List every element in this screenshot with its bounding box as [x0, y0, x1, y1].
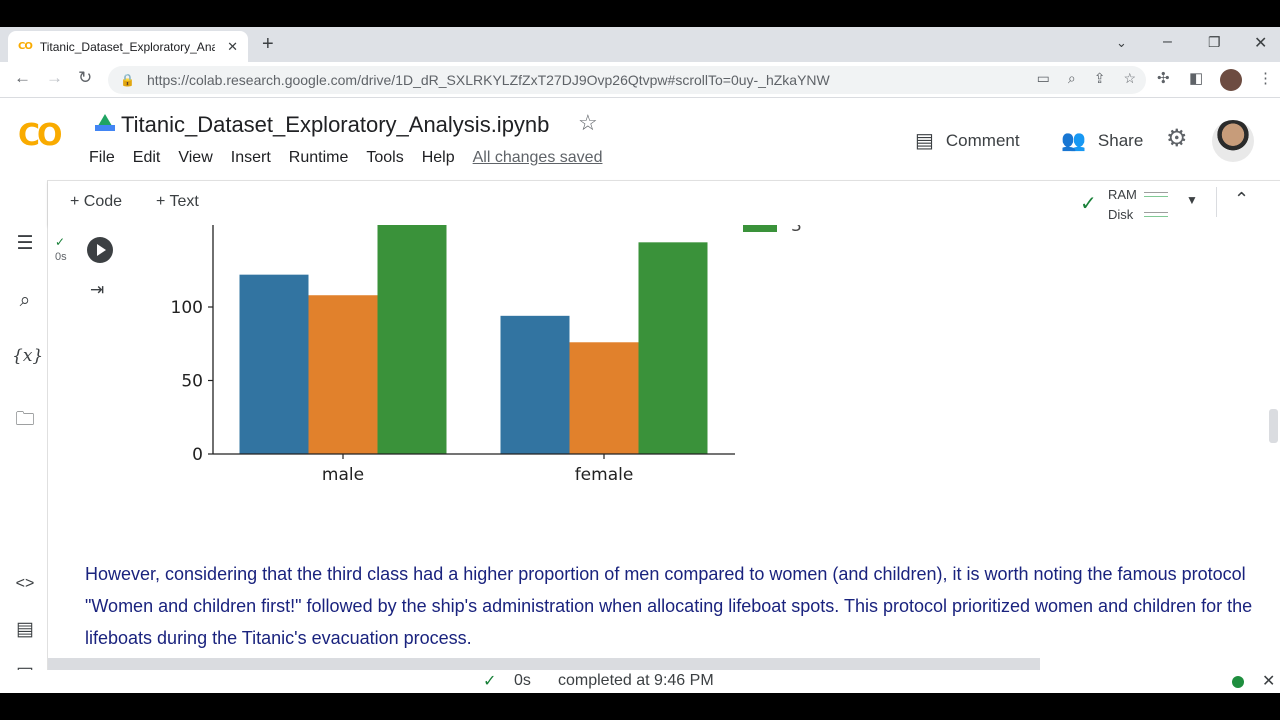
status-bar: ✓ 0s completed at 9:46 PM ✕ — [0, 670, 1280, 693]
bar-female-series-3 — [638, 242, 708, 454]
ram-usage-bar — [1144, 192, 1168, 197]
search-icon[interactable]: ⌕ — [12, 290, 38, 312]
y-tick-label: 50 — [181, 372, 203, 392]
restore-icon[interactable]: ❐ — [1208, 34, 1221, 51]
side-panel-icon[interactable]: ◧ — [1189, 69, 1203, 87]
x-tick-label: male — [322, 465, 364, 485]
cell-success-icon: ✓ — [55, 235, 66, 249]
add-code-button[interactable]: + Code — [70, 193, 122, 211]
comment-label: Comment — [945, 130, 1020, 150]
star-notebook-icon[interactable]: ☆ — [578, 110, 598, 136]
menu-view[interactable]: View — [178, 149, 212, 167]
browser-tab[interactable]: CO Titanic_Dataset_Exploratory_Anal ✕ — [8, 31, 248, 62]
forward-icon[interactable]: → — [46, 68, 63, 88]
browser-window: CO Titanic_Dataset_Exploratory_Anal ✕ + … — [0, 27, 1280, 693]
status-check-icon: ✓ — [483, 673, 497, 690]
horizontal-scrollbar[interactable] — [48, 658, 1040, 670]
minimize-icon[interactable]: – — [1163, 33, 1172, 51]
new-tab-icon[interactable]: + — [262, 33, 274, 56]
bar-female-series-1 — [500, 315, 570, 454]
cell-exec-time: 0s — [55, 251, 67, 263]
menu-tools[interactable]: Tools — [366, 149, 403, 167]
toolbar-divider — [1216, 187, 1217, 217]
output-actions-icon[interactable]: ⇥ — [90, 280, 104, 300]
command-palette-icon[interactable]: ▤ — [12, 618, 38, 641]
save-status-link[interactable]: All changes saved — [473, 149, 603, 167]
browser-menu-icon[interactable]: ⋮ — [1258, 69, 1273, 87]
tab-search-icon[interactable]: ⌄ — [1116, 35, 1127, 51]
menu-insert[interactable]: Insert — [231, 149, 271, 167]
connection-status-dot — [1232, 676, 1244, 688]
collapse-header-icon[interactable]: ⌃ — [1234, 189, 1249, 210]
address-bar[interactable]: 🔒 https://colab.research.google.com/driv… — [108, 66, 1146, 94]
google-drive-icon[interactable] — [95, 114, 115, 131]
menu-edit[interactable]: Edit — [133, 149, 161, 167]
menu-file[interactable]: File — [89, 149, 115, 167]
vertical-scrollbar[interactable] — [1269, 409, 1278, 443]
add-text-button[interactable]: + Text — [156, 193, 199, 211]
resource-monitor[interactable]: RAM Disk — [1108, 185, 1137, 225]
tab-title: Titanic_Dataset_Exploratory_Anal — [39, 39, 215, 54]
colab-favicon-icon: CO — [18, 41, 33, 52]
colab-header: CO Titanic_Dataset_Exploratory_Analysis.… — [0, 98, 1280, 180]
bar-male-series-2 — [308, 295, 378, 454]
reload-icon[interactable]: ↻ — [78, 68, 92, 88]
people-icon: 👥 — [1061, 130, 1086, 152]
runtime-dropdown-icon[interactable]: ▼ — [1186, 193, 1198, 207]
comment-button[interactable]: ▤ Comment — [915, 128, 1020, 153]
markdown-text-cell[interactable]: However, considering that the third clas… — [85, 558, 1265, 654]
navigation-bar: ← → ↻ 🔒 https://colab.research.google.co… — [0, 62, 1280, 98]
ram-label: RAM — [1108, 187, 1137, 202]
tab-strip: CO Titanic_Dataset_Exploratory_Anal ✕ + … — [0, 27, 1280, 62]
cast-icon[interactable]: ▭ — [1037, 70, 1050, 87]
notebook-toolbar: + Code + Text ✓ RAM Disk ▼ ⌃ — [48, 180, 1280, 225]
back-icon[interactable]: ← — [14, 68, 31, 88]
close-window-icon[interactable]: ✕ — [1254, 33, 1267, 53]
table-of-contents-icon[interactable]: ☰ — [12, 232, 38, 255]
settings-gear-icon[interactable]: ⚙ — [1166, 124, 1188, 153]
x-tick-label: female — [575, 465, 634, 485]
code-snippets-icon[interactable]: <> — [12, 575, 38, 593]
menu-bar: File Edit View Insert Runtime Tools Help… — [89, 149, 602, 167]
share-page-icon[interactable]: ⇪ — [1094, 70, 1106, 87]
disk-usage-bar — [1144, 212, 1168, 217]
bar-male-series-1 — [239, 274, 309, 454]
user-avatar[interactable] — [1212, 120, 1254, 162]
bar-chart: 050100 malefemaleSex 3 — [171, 225, 802, 485]
notebook-content: ✓ 0s ⇥ 050100 malefemaleSex 3 However, c… — [48, 225, 1280, 660]
bar-female-series-2 — [569, 342, 639, 454]
files-folder-icon[interactable]: 🗀 — [12, 405, 38, 437]
menu-help[interactable]: Help — [422, 149, 455, 167]
notebook-title[interactable]: Titanic_Dataset_Exploratory_Analysis.ipy… — [121, 112, 549, 138]
status-message: completed at 9:46 PM — [558, 672, 714, 689]
browser-profile-avatar[interactable] — [1220, 69, 1242, 91]
legend-label-series-3: 3 — [791, 225, 802, 236]
bookmark-star-icon[interactable]: ☆ — [1123, 70, 1136, 87]
url-text[interactable]: https://colab.research.google.com/drive/… — [147, 72, 830, 88]
lock-icon[interactable]: 🔒 — [120, 73, 135, 87]
legend-swatch-series-3 — [743, 225, 777, 232]
share-button[interactable]: 👥 Share — [1061, 128, 1143, 153]
share-label: Share — [1097, 130, 1144, 150]
colab-logo[interactable]: CO — [18, 118, 62, 153]
extensions-icon[interactable]: ✣ — [1157, 69, 1170, 87]
y-tick-label: 100 — [171, 298, 203, 318]
disk-label: Disk — [1108, 207, 1134, 222]
run-cell-button[interactable] — [87, 237, 113, 263]
connected-check-icon[interactable]: ✓ — [1080, 191, 1097, 216]
bar-male-series-3 — [377, 225, 447, 454]
close-status-icon[interactable]: ✕ — [1262, 671, 1275, 691]
menu-runtime[interactable]: Runtime — [289, 149, 349, 167]
close-tab-icon[interactable]: ✕ — [227, 39, 238, 55]
status-time: 0s — [514, 672, 531, 689]
left-sidebar: ☰ ⌕ {x} 🗀 <> ▤ ▣ — [0, 180, 48, 693]
y-tick-label: 0 — [192, 445, 203, 465]
zoom-icon[interactable]: ⌕ — [1068, 70, 1076, 87]
comment-icon: ▤ — [915, 130, 934, 152]
variables-icon[interactable]: {x} — [12, 346, 43, 366]
